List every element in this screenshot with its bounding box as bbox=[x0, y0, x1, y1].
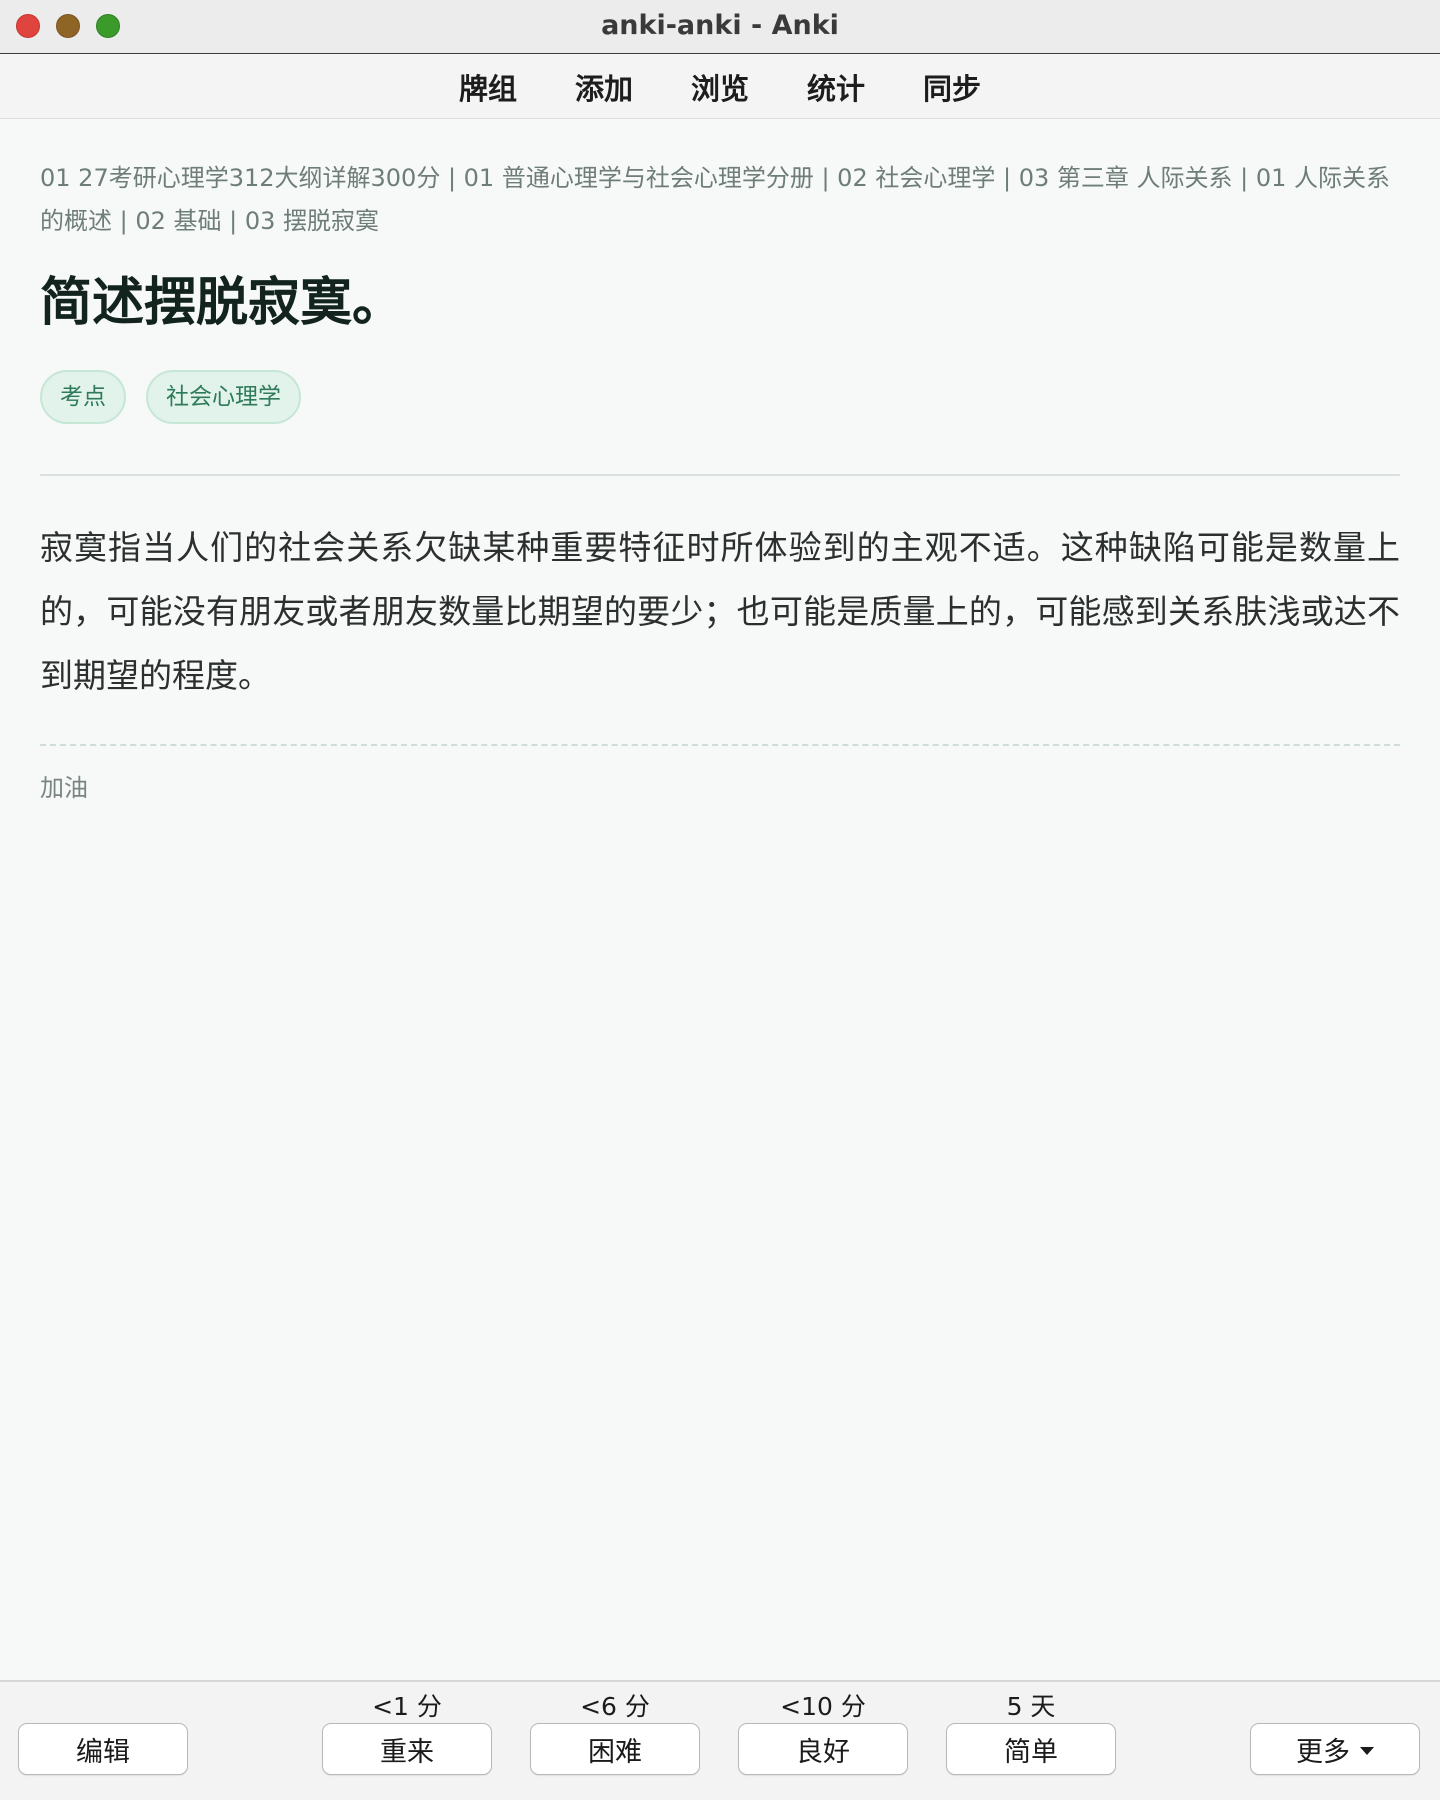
hard-interval: <6 分 bbox=[580, 1692, 650, 1721]
window-title: anki-anki - Anki bbox=[601, 10, 839, 41]
good-button-label: 良好 bbox=[796, 1736, 850, 1768]
hard-button[interactable]: 困难 bbox=[530, 1723, 700, 1775]
again-button[interactable]: 重来 bbox=[322, 1723, 492, 1775]
edit-button-label: 编辑 bbox=[76, 1736, 130, 1768]
review-bottom-bar: 编辑 <1 分 重来 <6 分 困难 <10 分 良好 5 天 简单 更多 bbox=[0, 1680, 1440, 1800]
tag-item: 考点 bbox=[40, 370, 126, 424]
more-button-label: 更多 bbox=[1296, 1736, 1350, 1768]
card-answer: 寂寞指当人们的社会关系欠缺某种重要特征时所体验到的主观不适。这种缺陷可能是数量上… bbox=[40, 528, 1400, 695]
window-titlebar: anki-anki - Anki bbox=[0, 0, 1440, 54]
extra-divider bbox=[40, 744, 1400, 746]
good-button[interactable]: 良好 bbox=[738, 1723, 908, 1775]
tag-item: 社会心理学 bbox=[146, 370, 301, 424]
easy-interval: 5 天 bbox=[1006, 1692, 1056, 1721]
easy-button-label: 简单 bbox=[1004, 1736, 1058, 1768]
tag-list: 考点 社会心理学 bbox=[40, 370, 1400, 424]
card-content: 01 27考研心理学312大纲详解300分 | 01 普通心理学与社会心理学分册… bbox=[40, 120, 1400, 803]
edit-button[interactable]: 编辑 bbox=[18, 1723, 188, 1775]
hard-button-label: 困难 bbox=[588, 1736, 642, 1768]
nav-stats[interactable]: 统计 bbox=[807, 66, 865, 108]
nav-sync[interactable]: 同步 bbox=[923, 66, 981, 108]
more-button[interactable]: 更多 bbox=[1250, 1723, 1420, 1775]
answer-divider bbox=[40, 474, 1400, 476]
again-button-label: 重来 bbox=[380, 1736, 434, 1768]
card-extra: 加油 bbox=[40, 774, 88, 802]
again-interval: <1 分 bbox=[372, 1692, 442, 1721]
chevron-down-icon bbox=[1360, 1747, 1374, 1755]
nav-add[interactable]: 添加 bbox=[575, 66, 633, 108]
card-question: 简述摆脱寂寞。 bbox=[40, 273, 405, 333]
nav-decks[interactable]: 牌组 bbox=[459, 66, 517, 108]
easy-button[interactable]: 简单 bbox=[946, 1723, 1116, 1775]
deck-path: 01 27考研心理学312大纲详解300分 | 01 普通心理学与社会心理学分册… bbox=[40, 164, 1390, 235]
top-toolbar: 牌组 添加 浏览 统计 同步 bbox=[0, 55, 1440, 119]
good-interval: <10 分 bbox=[780, 1692, 866, 1721]
nav-browse[interactable]: 浏览 bbox=[691, 66, 749, 108]
